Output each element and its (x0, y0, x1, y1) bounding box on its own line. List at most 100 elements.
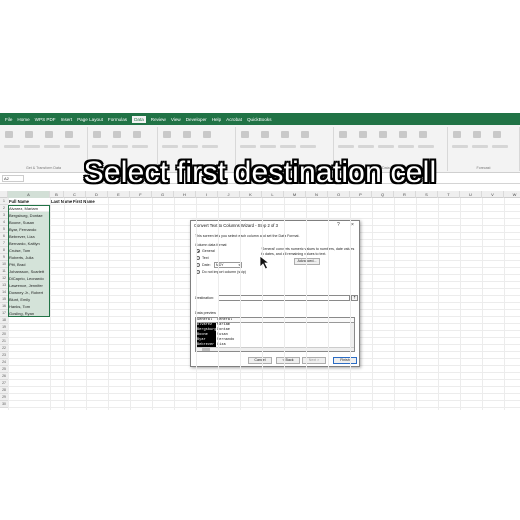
column-header[interactable]: C (64, 191, 86, 198)
column-header[interactable]: E (108, 191, 130, 198)
column-header[interactable]: K (240, 191, 262, 198)
ribbon-button[interactable] (44, 131, 54, 143)
row-header[interactable]: 7 (0, 240, 8, 247)
row-header[interactable]: 12 (0, 275, 8, 282)
ribbon-button[interactable] (132, 131, 142, 143)
tab-page-layout[interactable]: Page Layout (77, 117, 103, 122)
scroll-thumb[interactable] (202, 348, 210, 351)
advanced-button[interactable]: Advanced... (294, 258, 320, 265)
column-header[interactable]: G (152, 191, 174, 198)
name-cell[interactable]: Lawrence, Jennifer (8, 282, 50, 289)
header-cell[interactable]: Full Name (8, 198, 29, 205)
row-header[interactable]: 20 (0, 331, 8, 338)
ribbon-button[interactable] (112, 131, 122, 143)
column-header[interactable]: A (8, 191, 50, 198)
preview-horizontal-scrollbar[interactable] (196, 347, 354, 351)
name-cell[interactable]: Bernardo, Kaitlyn (8, 240, 50, 247)
tab-review[interactable]: Review (151, 117, 166, 122)
select-all-corner[interactable] (0, 191, 8, 198)
row-header[interactable]: 4 (0, 219, 8, 226)
header-cell[interactable]: First Name (72, 198, 95, 205)
back-button[interactable]: < Back (276, 357, 300, 364)
tab-formulas[interactable]: Formulas (108, 117, 127, 122)
row-header[interactable]: 19 (0, 324, 8, 331)
row-header[interactable]: 13 (0, 282, 8, 289)
ribbon-button[interactable] (182, 131, 192, 143)
row-header[interactable]: 1 (0, 198, 8, 205)
finish-button[interactable]: Finish (333, 357, 357, 364)
ribbon-button[interactable] (4, 131, 14, 143)
ribbon-button[interactable] (472, 131, 482, 143)
column-header[interactable]: Q (372, 191, 394, 198)
row-header[interactable]: 16 (0, 303, 8, 310)
cancel-button[interactable]: Cancel (248, 357, 272, 364)
column-header[interactable]: W (504, 191, 520, 198)
column-header[interactable]: B (50, 191, 64, 198)
row-header[interactable]: 30 (0, 401, 8, 408)
row-header[interactable]: 11 (0, 268, 8, 275)
column-header[interactable]: T (438, 191, 460, 198)
column-header[interactable]: S (416, 191, 438, 198)
column-header[interactable]: P (350, 191, 372, 198)
column-header[interactable]: V (482, 191, 504, 198)
name-cell[interactable]: Bergsburg, Dontae (8, 212, 50, 219)
tab-view[interactable]: View (171, 117, 181, 122)
row-header[interactable]: 2 (0, 205, 8, 212)
name-cell[interactable]: Boone, Susan (8, 219, 50, 226)
row-header[interactable]: 21 (0, 338, 8, 345)
row-header[interactable]: 8 (0, 247, 8, 254)
column-header[interactable]: U (460, 191, 482, 198)
ribbon-button[interactable] (452, 131, 462, 143)
name-cell[interactable]: Bebrever, Liza (8, 233, 50, 240)
ribbon-button[interactable] (492, 131, 502, 143)
name-cell[interactable]: Blunt, Emily (8, 296, 50, 303)
ribbon-button[interactable] (240, 131, 250, 143)
close-icon[interactable]: × (351, 222, 354, 228)
row-header[interactable]: 23 (0, 352, 8, 359)
row-header[interactable]: 28 (0, 387, 8, 394)
ribbon-button[interactable] (418, 131, 428, 143)
ribbon-button[interactable] (338, 131, 348, 143)
row-header[interactable]: 9 (0, 254, 8, 261)
tab-acrobat[interactable]: Acrobat (226, 117, 242, 122)
row-header[interactable]: 22 (0, 345, 8, 352)
name-cell[interactable]: Alvarez, Mariam (8, 205, 50, 212)
column-header[interactable]: I (196, 191, 218, 198)
row-header[interactable]: 14 (0, 289, 8, 296)
ribbon-button[interactable] (300, 131, 310, 143)
ribbon-button[interactable] (398, 131, 408, 143)
ribbon-button[interactable] (280, 131, 290, 143)
tab-home[interactable]: Home (17, 117, 29, 122)
column-header[interactable]: R (394, 191, 416, 198)
tab-data[interactable]: Data (132, 115, 146, 123)
row-header[interactable]: 27 (0, 380, 8, 387)
tab-developer[interactable]: Developer (186, 117, 207, 122)
header-cell[interactable]: Last Name (50, 198, 72, 205)
ribbon-button[interactable] (162, 131, 172, 143)
ribbon-button[interactable] (24, 131, 34, 143)
ribbon-button[interactable] (64, 131, 74, 143)
row-header[interactable]: 6 (0, 233, 8, 240)
name-cell[interactable]: Cruise, Tom (8, 247, 50, 254)
column-header[interactable]: J (218, 191, 240, 198)
name-cell[interactable]: Pitt, Brad (8, 261, 50, 268)
column-header[interactable]: D (86, 191, 108, 198)
name-cell[interactable]: Downey Jr., Robert (8, 289, 50, 296)
tab-wps-pdf[interactable]: WPS PDF (35, 117, 56, 122)
tab-file[interactable]: File (5, 117, 12, 122)
column-header[interactable]: M (284, 191, 306, 198)
name-cell[interactable]: Hanks, Tom (8, 303, 50, 310)
tab-help[interactable]: Help (212, 117, 221, 122)
data-preview[interactable]: General General Alvarez Mariam BergsburgDo… (195, 317, 355, 352)
column-header[interactable]: F (130, 191, 152, 198)
row-header[interactable]: 29 (0, 394, 8, 401)
column-header[interactable]: O (328, 191, 350, 198)
tab-insert[interactable]: Insert (61, 117, 73, 122)
column-header[interactable]: H (174, 191, 196, 198)
name-cell[interactable]: DiCaprio, Leonardo (8, 275, 50, 282)
column-header[interactable]: N (306, 191, 328, 198)
help-icon[interactable]: ? (337, 222, 340, 228)
row-header[interactable]: 26 (0, 373, 8, 380)
row-header[interactable]: 25 (0, 366, 8, 373)
row-header[interactable]: 3 (0, 212, 8, 219)
